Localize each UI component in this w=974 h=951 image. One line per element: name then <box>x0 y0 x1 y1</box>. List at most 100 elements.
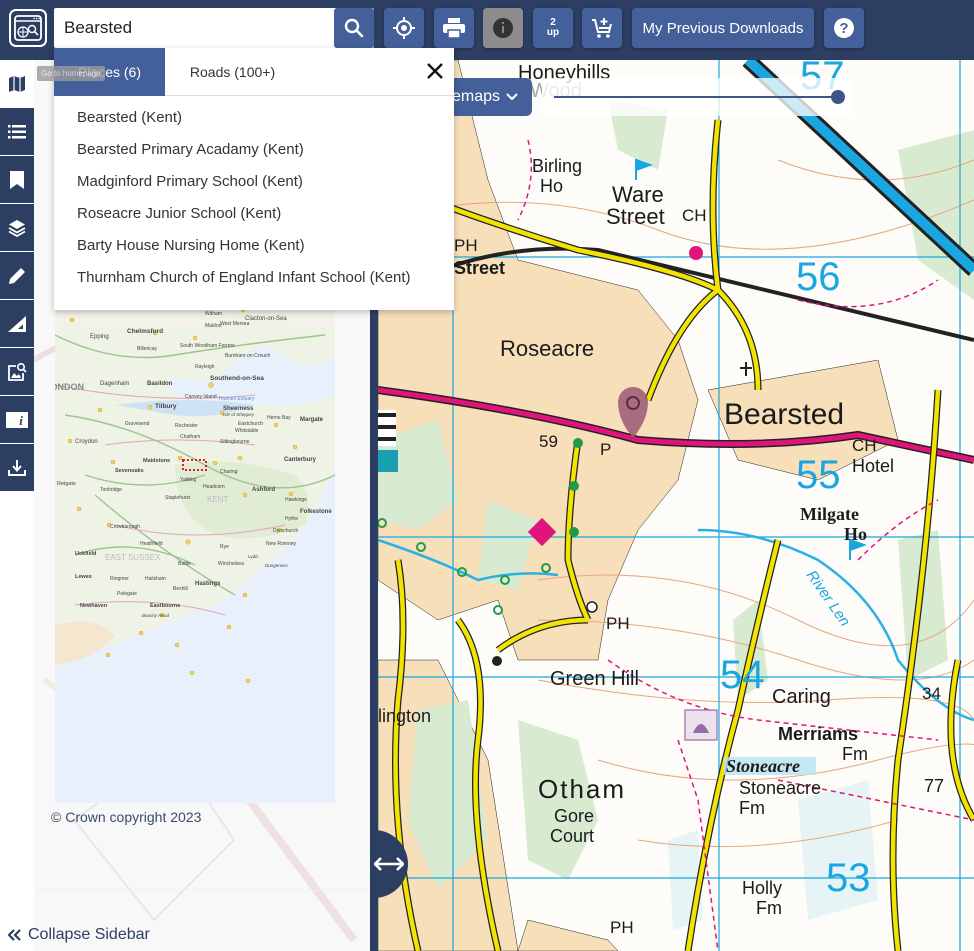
overview-label: Margate <box>300 417 324 423</box>
horizontal-resize-icon <box>374 857 404 871</box>
cart-add-icon <box>592 18 612 38</box>
overview-label: Maidstone <box>143 458 170 464</box>
download-icon <box>8 459 26 476</box>
double-chevron-left-icon <box>8 929 21 941</box>
overview-label: Witham <box>205 311 222 317</box>
map-label: llington <box>378 706 432 726</box>
grid-number: 54 <box>720 653 765 697</box>
overview-label: Staplehurst <box>165 495 191 501</box>
results-tabs: Places (6) Roads (100+) <box>54 48 454 96</box>
rail-item-layers[interactable] <box>0 204 34 252</box>
overview-label: Hailsham <box>145 576 166 582</box>
overview-label: Dagenham <box>100 381 129 387</box>
map-label: PH <box>610 918 634 937</box>
map-label: Holly <box>742 878 783 898</box>
overview-label: Rochester <box>175 423 198 429</box>
help-icon: ? <box>834 18 854 38</box>
svg-text:i: i <box>19 413 23 428</box>
info-panel-icon: i <box>6 411 28 428</box>
rail-item-draw[interactable] <box>0 252 34 300</box>
overview-label: Rye <box>220 544 229 550</box>
overview-label: LONDON <box>55 382 84 392</box>
main-map[interactable]: 57 56 55 54 53 Honeyhills Wood Birling H… <box>378 60 974 951</box>
add-to-cart-button[interactable] <box>582 8 622 48</box>
overview-label: Battle <box>178 561 191 567</box>
overview-label: Bexhill <box>173 586 188 592</box>
overview-label: Newhaven <box>80 603 108 609</box>
home-logo-button[interactable] <box>9 9 47 47</box>
search-input[interactable] <box>54 8 334 48</box>
search-icon <box>344 18 364 38</box>
grid-number: 56 <box>796 255 841 299</box>
locate-icon <box>393 17 415 39</box>
map-label: Birling <box>532 156 583 176</box>
result-item[interactable]: Bearsted Primary Acadamy (Kent) <box>54 134 454 166</box>
info-icon <box>493 18 513 38</box>
map-label: Stoneacre <box>726 756 800 776</box>
close-results-button[interactable] <box>424 60 446 82</box>
overview-label: Uckfield <box>75 551 96 557</box>
rail-item-map[interactable] <box>0 60 34 108</box>
locate-button[interactable] <box>384 8 424 48</box>
tab-roads[interactable]: Roads (100+) <box>165 48 300 96</box>
overview-label: Dungeness <box>265 563 289 568</box>
overview-label: Maldon <box>205 323 222 329</box>
map-label: Gore <box>554 806 595 826</box>
layers-icon <box>8 219 26 237</box>
collapse-sidebar-button[interactable]: Collapse Sidebar <box>8 926 150 944</box>
close-icon <box>427 63 443 79</box>
app: 2 up My Previous Downloads ? <box>0 0 974 951</box>
overview-label: Gravesend <box>125 421 150 427</box>
map-label: PH <box>454 236 478 255</box>
collapse-sidebar-label: Collapse Sidebar <box>28 926 150 943</box>
overview-label: Eastbourne <box>150 603 180 609</box>
info-button[interactable] <box>483 8 523 48</box>
overview-label: West Mersea <box>220 321 250 327</box>
overview-label: EAST SUSSEX <box>105 553 161 562</box>
search-button[interactable] <box>334 8 374 48</box>
map-icon <box>9 75 25 92</box>
grid-number: 53 <box>826 856 871 900</box>
opacity-slider-thumb[interactable] <box>831 90 845 104</box>
map-label: 77 <box>924 776 945 796</box>
result-item[interactable]: Bearsted (Kent) <box>54 102 454 134</box>
map-label: Milgate <box>800 504 859 524</box>
map-label: Ho <box>844 524 868 544</box>
map-label: CH <box>852 436 877 455</box>
map-label: Ho <box>540 176 564 196</box>
map-label: P <box>600 440 612 459</box>
map-label: Bearsted <box>724 398 845 431</box>
rail-item-bookmarks[interactable] <box>0 156 34 204</box>
rail-item-list[interactable] <box>0 108 34 156</box>
map-label: Roseacre <box>500 336 595 361</box>
rail-item-measure[interactable] <box>0 300 34 348</box>
basemaps-label: emaps <box>452 88 501 105</box>
help-button[interactable]: ? <box>824 8 864 48</box>
overview-label: Hawkinge <box>285 497 307 503</box>
map-label: Fm <box>756 898 782 918</box>
overview-label: Crowborough <box>110 524 140 530</box>
overview-label: Polegate <box>117 591 137 597</box>
overview-map-graphic: Harlow Chelmsford Epping Clacton-on-Sea … <box>55 295 335 684</box>
image-search-icon <box>8 362 27 381</box>
two-up-button[interactable]: 2 up <box>533 8 573 48</box>
result-item[interactable]: Thurnham Church of England Infant School… <box>54 262 454 294</box>
previous-downloads-button[interactable]: My Previous Downloads <box>632 8 814 48</box>
result-item[interactable]: Madginford Primary School (Kent) <box>54 166 454 198</box>
map-label: Merriams <box>778 724 859 744</box>
overview-label: Basildon <box>147 381 173 387</box>
rail-item-image-search[interactable] <box>0 348 34 396</box>
overview-label: KENT <box>207 495 228 504</box>
map-label: Court <box>550 826 595 846</box>
overview-label: Rayleigh <box>195 364 215 370</box>
rail-item-download[interactable] <box>0 444 34 492</box>
copyright-text: © Crown copyright 2023 <box>51 809 202 825</box>
opacity-slider-track[interactable] <box>554 96 838 98</box>
overview-map[interactable]: Harlow Chelmsford Epping Clacton-on-Sea … <box>55 295 335 803</box>
print-button[interactable] <box>434 8 474 48</box>
map-label: Street <box>606 204 665 229</box>
map-label: Hotel <box>852 456 895 476</box>
rail-item-info[interactable]: i <box>0 396 34 444</box>
result-item[interactable]: Barty House Nursing Home (Kent) <box>54 230 454 262</box>
result-item[interactable]: Roseacre Junior School (Kent) <box>54 198 454 230</box>
